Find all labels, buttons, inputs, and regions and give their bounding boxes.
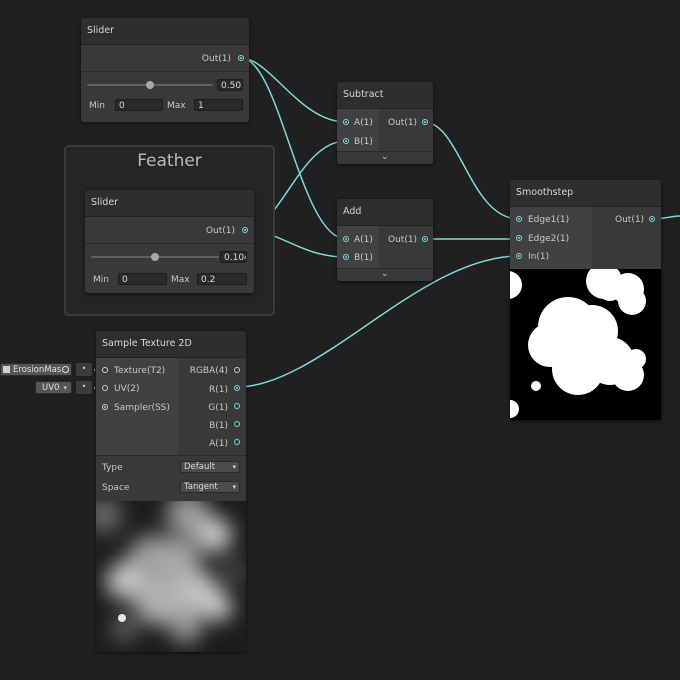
min-field[interactable]: 0 (118, 273, 167, 285)
input-port-b[interactable] (343, 138, 349, 144)
divider (96, 455, 246, 456)
output-port-a[interactable] (234, 439, 240, 445)
output-port[interactable] (422, 236, 428, 242)
max-label: Max (171, 275, 190, 285)
input-label-sampler: Sampler(SS) (114, 403, 170, 413)
output-label-rgba: RGBA(4) (189, 366, 228, 376)
chevron-down-icon: ▾ (232, 483, 236, 491)
space-dropdown-value: Tangent (184, 482, 218, 492)
output-label-a: A(1) (209, 439, 228, 449)
output-label: Out(1) (615, 215, 645, 225)
slider-thumb[interactable] (146, 81, 154, 89)
wire-subtract-to-edge1 (423, 121, 520, 220)
input-label-a: A(1) (354, 235, 373, 245)
texture-preview-image (96, 501, 246, 652)
expand-chevron-icon[interactable]: ⌄ (381, 269, 389, 279)
input-label-texture: Texture(T2) (114, 366, 166, 376)
input-port-edge1[interactable] (516, 216, 522, 222)
output-port-b[interactable] (234, 421, 240, 427)
smoothstep-node[interactable]: Smoothstep Edge1(1) Edge2(1) In(1) Out(1… (510, 180, 661, 420)
texture-asset-icon (3, 366, 10, 373)
input-port-uv[interactable] (102, 385, 108, 391)
sample-texture-node[interactable]: Sample Texture 2D Texture(T2) UV(2) Samp… (96, 331, 246, 652)
max-label: Max (167, 101, 186, 111)
input-label-uv: UV(2) (114, 384, 140, 394)
texture-input-field[interactable]: ErosionMask (0, 363, 72, 376)
group-title[interactable]: Feather (66, 151, 273, 171)
output-port[interactable] (242, 227, 248, 233)
space-label: Space (102, 483, 130, 493)
expand-chevron-icon[interactable]: ⌄ (381, 152, 389, 162)
node-title[interactable]: Slider (81, 18, 249, 45)
slider-node-1[interactable]: Slider Out(1) 0.503 Min 0 Max 1 (81, 18, 249, 122)
space-dropdown[interactable]: Tangent ▾ (180, 481, 240, 493)
node-title[interactable]: Sample Texture 2D (96, 331, 246, 358)
divider (85, 243, 254, 244)
texture-input-connector[interactable]: • (76, 363, 92, 376)
smoothstep-preview-image (510, 269, 661, 420)
input-label-edge1: Edge1(1) (528, 215, 570, 225)
input-label-b: B(1) (354, 137, 373, 147)
type-label: Type (102, 463, 123, 473)
output-port[interactable] (649, 216, 655, 222)
node-title[interactable]: Smoothstep (510, 180, 661, 207)
divider (81, 71, 249, 72)
uv-input-dropdown[interactable]: UV0 ▾ (35, 381, 72, 394)
output-label: Out(1) (205, 226, 235, 236)
output-label: Out(1) (201, 54, 231, 64)
input-label-edge2: Edge2(1) (528, 234, 570, 244)
value-field[interactable]: 0.503 (217, 79, 243, 91)
slider-thumb[interactable] (151, 253, 159, 261)
input-port-a[interactable] (343, 236, 349, 242)
type-dropdown[interactable]: Default ▾ (180, 461, 240, 473)
input-port-texture[interactable] (102, 367, 108, 373)
add-node[interactable]: Add A(1) B(1) Out(1) ⌄ (337, 199, 433, 281)
input-port-a[interactable] (343, 119, 349, 125)
output-port-rgba[interactable] (234, 367, 240, 373)
output-port[interactable] (238, 55, 244, 61)
min-label: Min (93, 275, 109, 285)
input-port-edge2[interactable] (516, 235, 522, 241)
output-label-g: G(1) (208, 403, 228, 413)
chevron-down-icon: ▾ (232, 463, 236, 471)
output-label-b: B(1) (209, 421, 228, 431)
output-port-g[interactable] (234, 403, 240, 409)
chevron-down-icon: ▾ (63, 384, 67, 392)
max-field[interactable]: 0.2 (197, 273, 247, 285)
output-port[interactable] (422, 119, 428, 125)
output-label-r: R(1) (208, 385, 228, 395)
wire-slider1-to-subtract-a (240, 57, 347, 123)
type-dropdown-value: Default (184, 462, 216, 472)
subtract-node[interactable]: Subtract A(1) B(1) Out(1) ⌄ (337, 82, 433, 164)
output-label: Out(1) (388, 118, 418, 128)
slider-node-2[interactable]: Slider Out(1) 0.104 Min 0 Max 0.2 (85, 190, 254, 293)
value-field[interactable]: 0.104 (220, 251, 247, 263)
node-title[interactable]: Add (337, 199, 433, 226)
node-title[interactable]: Subtract (337, 82, 433, 109)
min-field[interactable]: 0 (115, 99, 163, 111)
texture-input-value: ErosionMask (13, 365, 61, 375)
input-port-b[interactable] (343, 254, 349, 260)
uv-input-connector[interactable]: • (76, 381, 92, 394)
uv-input-value: UV0 (42, 383, 60, 393)
output-port-r[interactable] (234, 385, 240, 391)
input-label-b: B(1) (354, 253, 373, 263)
min-label: Min (89, 101, 105, 111)
input-label-in: In(1) (528, 252, 550, 262)
max-field[interactable]: 1 (194, 99, 243, 111)
input-port-sampler[interactable] (102, 404, 108, 410)
output-label: Out(1) (388, 235, 418, 245)
input-port-in[interactable] (516, 253, 522, 259)
input-label-a: A(1) (354, 118, 373, 128)
node-title[interactable]: Slider (85, 190, 254, 217)
object-picker-icon[interactable] (62, 366, 69, 373)
